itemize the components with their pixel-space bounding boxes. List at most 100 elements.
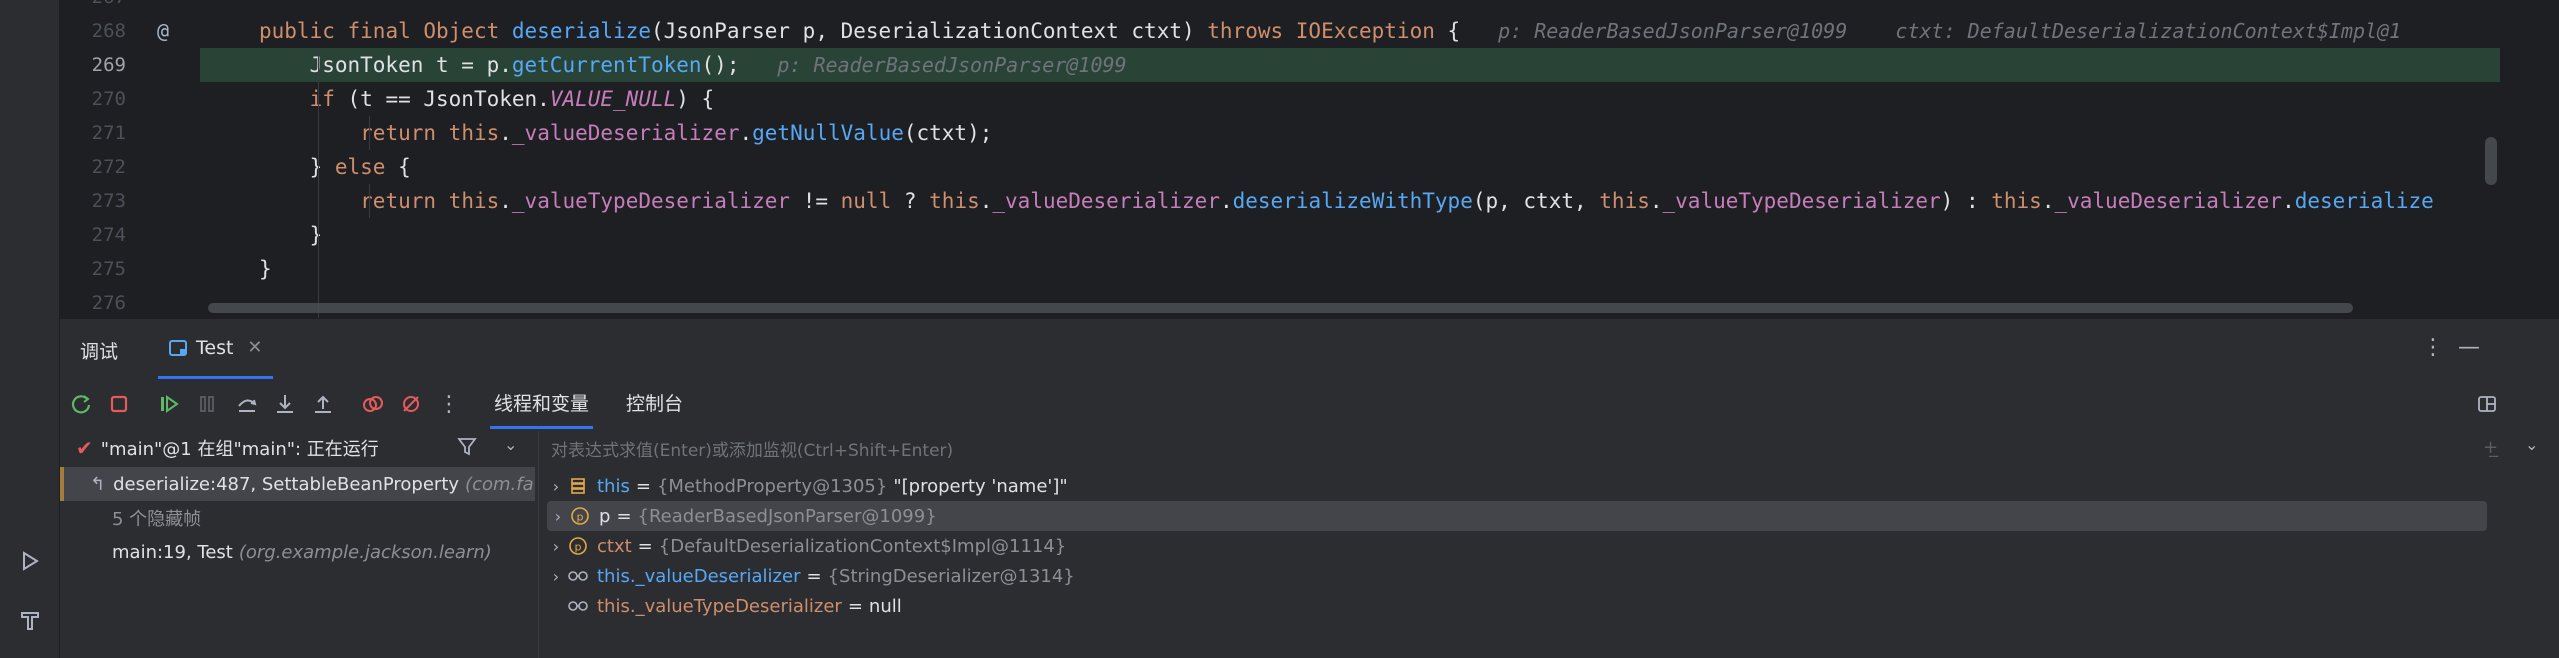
debug-toolbar: ⋮ [60,379,2559,429]
line-number[interactable]: 273 [60,184,126,218]
parameter-icon: p [567,535,589,557]
chevron-down-icon[interactable]: ⌄ [504,435,517,454]
code-token: (JsonParser p, DeserializationContext ct… [650,19,1208,43]
inlay-hint: p: ReaderBasedJsonParser@1099 ctxt: Defa… [1498,19,2402,43]
line-number[interactable]: 267 [60,0,126,14]
line-number[interactable]: 270 [60,82,126,116]
filter-icon[interactable] [456,435,478,461]
more-options-icon[interactable]: ⋮ [2422,335,2444,360]
line-number[interactable]: 272 [60,150,126,184]
code-token: _valueTypeDeserializer [511,189,791,213]
variable-name: this._valueTypeDeserializer [597,595,842,617]
chevron-down-icon[interactable]: ⌄ [2525,435,2538,454]
code-token: (t == JsonToken. [347,87,550,111]
frames-panel: ✔ "main"@1 在组"main": 正在运行 ⌄ ↰ deserializ… [60,431,535,658]
code-token: public [259,19,348,43]
variable-row-this[interactable]: › this = {MethodProperty@1305} "[propert… [539,471,2539,501]
line-number[interactable]: 275 [60,252,126,286]
build-hammer-icon[interactable] [14,604,46,636]
line-number[interactable]: 268 [60,14,126,48]
code-editor[interactable]: 267268@public final Object deserialize(J… [60,0,2559,318]
tab-console[interactable]: 控制台 [622,379,687,429]
tab-test[interactable]: Test ✕ [158,319,273,379]
code-token: _valueDeserializer [511,121,740,145]
code-line[interactable]: 273 return this._valueTypeDeserializer !… [60,184,2500,218]
chevron-right-icon[interactable]: › [545,567,567,586]
hidden-frames-label: 5 个隐藏帧 [112,509,202,530]
evaluate-expression-field[interactable]: 对表达式求值(Enter)或添加监视(Ctrl+Shift+Enter) +̲ … [539,431,2559,465]
hidden-frames-row[interactable]: 5 个隐藏帧 [60,501,535,535]
code-token: ? [891,189,930,213]
variable-row-value-type-deserializer[interactable]: this._valueTypeDeserializer = null [539,591,2539,621]
stack-icon [567,475,589,497]
minimize-icon[interactable]: — [2458,335,2480,360]
code-token: throws [1207,19,1296,43]
close-icon[interactable]: ✕ [247,337,262,358]
code-token: _valueDeserializer [992,189,1220,213]
chevron-right-icon[interactable]: › [547,507,569,526]
frame-package: (com.fa [465,473,534,495]
code-line[interactable]: 267 [60,0,2500,14]
pause-icon[interactable] [194,391,220,417]
variable-row-value-deserializer[interactable]: › this._valueDeserializer = {StringDeser… [539,561,2539,591]
code-token: null [840,189,892,213]
override-marker-icon[interactable]: @ [157,14,169,48]
frame-row[interactable]: ↰ deserialize:487, SettableBeanProperty … [60,467,535,501]
chevron-right-icon[interactable]: › [545,477,567,496]
chevron-right-icon[interactable]: › [545,537,567,556]
code-line[interactable]: 269 JsonToken t = p.getCurrentToken(); p… [92,48,2500,82]
variable-type: {DefaultDeserializationContext$Impl@1114… [658,535,1067,557]
code-token: this [448,121,500,145]
code-token: if [309,87,348,111]
more-actions-icon[interactable]: ⋮ [436,391,462,417]
view-breakpoints-icon[interactable] [360,391,386,417]
layout-settings-icon[interactable] [2474,391,2500,417]
variable-row-p[interactable]: › p p = {ReaderBasedJsonParser@1099} [547,501,2487,531]
code-token: . [499,121,512,145]
run-icon[interactable] [14,545,46,577]
rerun-icon[interactable] [68,391,94,417]
thread-selector[interactable]: ✔ "main"@1 在组"main": 正在运行 ⌄ [60,431,535,465]
line-number[interactable]: 276 [60,286,126,318]
code-line[interactable]: 270 if (t == JsonToken.VALUE_NULL) { [60,82,2500,116]
inlay-hint: p: ReaderBasedJsonParser@1099 [777,53,1127,77]
frame-row[interactable]: main:19, Test (org.example.jackson.learn… [60,535,535,569]
code-line[interactable]: 271 return this._valueDeserializer.getNu… [60,116,2500,150]
run-config-icon [169,339,187,356]
code-text: JsonToken t = p.getCurrentToken(); p: Re… [259,48,1127,82]
line-number[interactable]: 271 [60,116,126,150]
code-line[interactable]: 276 [60,286,2500,318]
code-token: deserialize [2294,189,2434,213]
line-number[interactable]: 274 [60,218,126,252]
indent-guide [369,116,370,150]
check-icon: ✔ [76,436,93,460]
line-number[interactable]: 269 [60,48,126,82]
code-line[interactable]: 275} [60,252,2500,286]
step-over-icon[interactable] [234,391,260,417]
code-token: (p, ctxt, [1472,189,1600,213]
code-token: this [1991,189,2042,213]
step-out-icon[interactable] [310,391,336,417]
code-line[interactable]: 268 @ public final Object deserialize(Json… [60,14,2500,48]
tab-threads-variables[interactable]: 线程和变量 [490,379,594,429]
resume-icon[interactable] [156,391,182,417]
mute-breakpoints-icon[interactable] [398,391,424,417]
vertical-scrollbar[interactable] [2485,137,2497,185]
code-line[interactable]: 274 } [60,218,2500,252]
horizontal-scrollbar[interactable] [208,303,2353,313]
thread-label: "main"@1 在组"main": 正在运行 [100,439,379,460]
step-into-icon[interactable] [272,391,298,417]
code-token: . [2041,189,2055,213]
code-token: getCurrentToken [511,53,702,77]
variable-row-ctxt[interactable]: › p ctxt = {DefaultDeserializationContex… [539,531,2539,561]
code-token: Object [423,19,512,43]
frame-package: (org.example.jackson.learn) [238,541,492,563]
add-watch-icon[interactable]: +̲ [2483,437,2498,458]
return-arrow-icon: ↰ [90,473,106,495]
code-line[interactable]: 272 } else { [60,150,2500,184]
variable-value: "[property 'name']" [893,475,1068,497]
indent-guide [318,48,319,318]
code-token: { [1434,19,1499,43]
code-token: . [1219,189,1233,213]
stop-icon[interactable] [106,391,132,417]
